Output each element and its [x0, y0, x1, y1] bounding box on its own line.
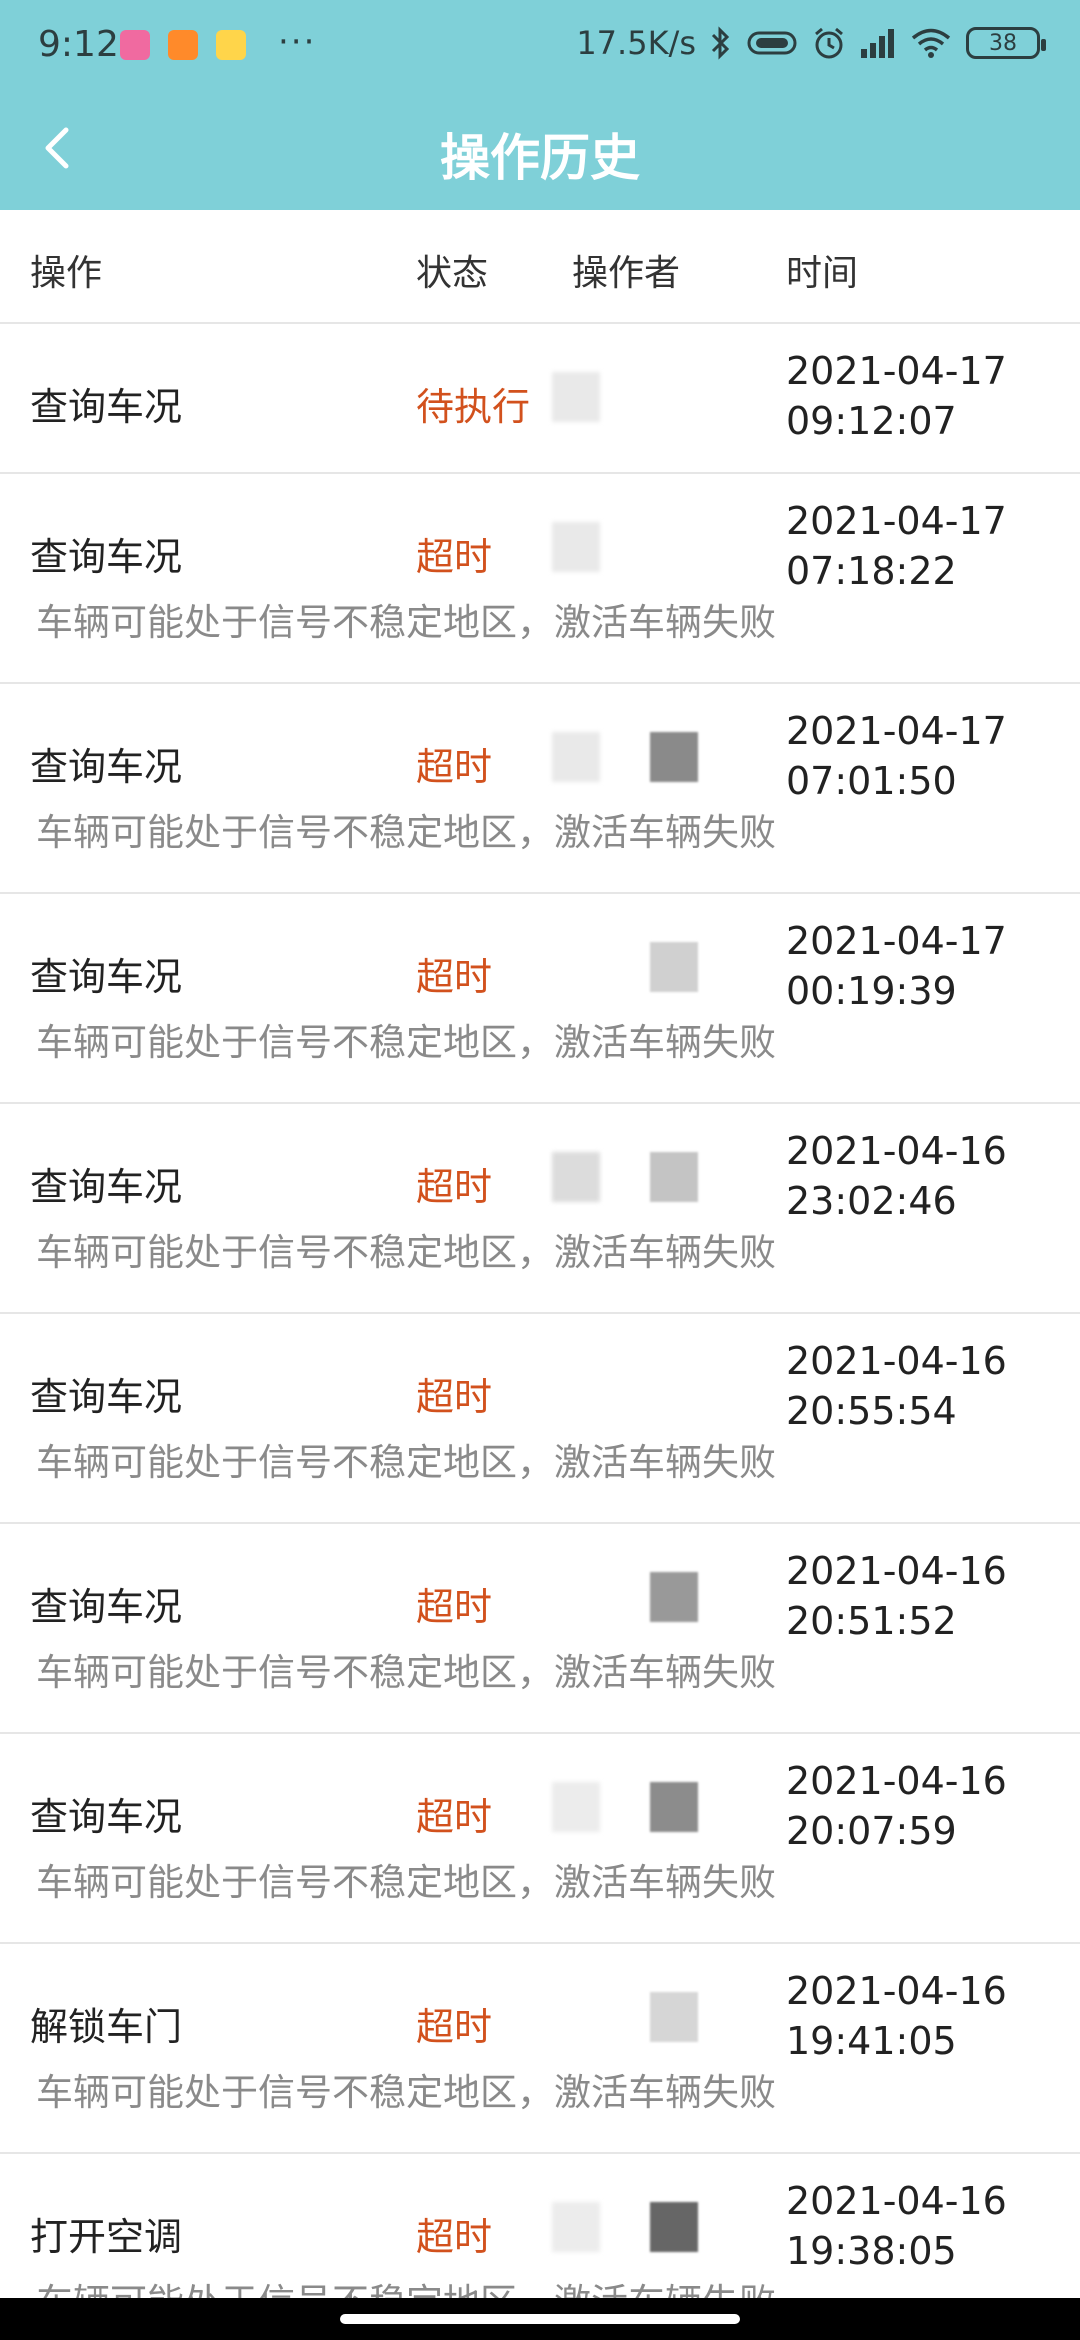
- history-row[interactable]: 查询车况 超时 2021-04-16 20:07:59 车辆可能处于信号不稳定地区…: [0, 1734, 1080, 1944]
- row-time: 2021-04-17 00:19:39: [786, 919, 1007, 1013]
- signal-icon: [861, 29, 894, 58]
- row-message: 车辆可能处于信号不稳定地区，激活车辆失败: [36, 1651, 776, 1694]
- row-operation: 查询车况: [30, 1585, 183, 1629]
- row-message: 车辆可能处于信号不稳定地区，激活车辆失败: [36, 2071, 776, 2114]
- row-operation: 查询车况: [30, 535, 183, 579]
- row-operator-redacted: [552, 1572, 702, 1632]
- wifi-icon: [911, 28, 951, 58]
- row-operator-redacted: [552, 1362, 702, 1422]
- app-notification-icon: [216, 30, 246, 60]
- app-header: 9:12 ··· 17.5K/s 38 操作历史: [0, 0, 1080, 210]
- column-header-time: 时间: [786, 253, 859, 294]
- history-row[interactable]: 查询车况 超时 2021-04-16 23:02:46 车辆可能处于信号不稳定地区…: [0, 1104, 1080, 1314]
- battery-icon: 38: [966, 27, 1046, 59]
- column-header-operation: 操作: [30, 253, 103, 294]
- more-notifications-icon: ···: [278, 22, 317, 62]
- system-status: 17.5K/s 38: [576, 24, 1046, 62]
- row-operator-redacted: [552, 2202, 702, 2262]
- app-notification-icon: [168, 30, 198, 60]
- battery-level: 38: [989, 30, 1017, 56]
- column-header-operator: 操作者: [572, 253, 681, 294]
- row-message: 车辆可能处于信号不稳定地区，激活车辆失败: [36, 1021, 776, 1064]
- vibrate-icon: [747, 31, 797, 55]
- history-list: 查询车况 待执行 2021-04-17 09:12:07 查询车况 超时 2021…: [0, 324, 1080, 2340]
- row-operator-redacted: [552, 522, 702, 582]
- row-operation: 查询车况: [30, 385, 183, 429]
- row-message: 车辆可能处于信号不稳定地区，激活车辆失败: [36, 1861, 776, 1904]
- row-operator-redacted: [552, 732, 702, 792]
- row-time: 2021-04-16 23:02:46: [786, 1129, 1007, 1223]
- row-status: 超时: [416, 955, 493, 999]
- history-row[interactable]: 查询车况 超时 2021-04-16 20:55:54 车辆可能处于信号不稳定地区…: [0, 1314, 1080, 1524]
- row-status: 超时: [416, 535, 493, 579]
- alarm-icon: [815, 27, 843, 59]
- bluetooth-icon: [711, 26, 730, 60]
- history-row[interactable]: 查询车况 超时 2021-04-16 20:51:52 车辆可能处于信号不稳定地区…: [0, 1524, 1080, 1734]
- column-header-status: 状态: [416, 253, 489, 294]
- row-operator-redacted: [552, 942, 702, 1002]
- row-operation: 查询车况: [30, 1795, 183, 1839]
- row-message: 车辆可能处于信号不稳定地区，激活车辆失败: [36, 601, 776, 644]
- row-operation: 查询车况: [30, 1165, 183, 1209]
- row-operation: 查询车况: [30, 955, 183, 999]
- row-operator-redacted: [552, 372, 702, 432]
- row-time: 2021-04-17 07:18:22: [786, 499, 1007, 593]
- row-status: 待执行: [416, 385, 531, 429]
- row-operation: 查询车况: [30, 1375, 183, 1419]
- net-speed: 17.5K/s: [576, 24, 696, 62]
- row-status: 超时: [416, 1795, 493, 1839]
- home-gesture-handle[interactable]: [340, 2314, 740, 2324]
- row-message: 车辆可能处于信号不稳定地区，激活车辆失败: [36, 1441, 776, 1484]
- row-message: 车辆可能处于信号不稳定地区，激活车辆失败: [36, 811, 776, 854]
- row-message: 车辆可能处于信号不稳定地区，激活车辆失败: [36, 1231, 776, 1274]
- row-status: 超时: [416, 1585, 493, 1629]
- row-status: 超时: [416, 1165, 493, 1209]
- row-time: 2021-04-16 20:51:52: [786, 1549, 1007, 1643]
- row-time: 2021-04-16 19:38:05: [786, 2179, 1007, 2273]
- history-row[interactable]: 查询车况 待执行 2021-04-17 09:12:07: [0, 324, 1080, 474]
- row-time: 2021-04-16 19:41:05: [786, 1969, 1007, 2063]
- row-time: 2021-04-17 07:01:50: [786, 709, 1007, 803]
- row-time: 2021-04-17 09:12:07: [786, 349, 1007, 443]
- page-title: 操作历史: [440, 129, 640, 187]
- row-status: 超时: [416, 2215, 493, 2259]
- notification-icons: [120, 30, 246, 60]
- row-operator-redacted: [552, 1782, 702, 1842]
- history-row[interactable]: 查询车况 超时 2021-04-17 07:18:22 车辆可能处于信号不稳定地区…: [0, 474, 1080, 684]
- row-operation: 解锁车门: [30, 2005, 183, 2049]
- status-time: 9:12: [38, 24, 119, 65]
- row-status: 超时: [416, 745, 493, 789]
- row-operator-redacted: [552, 1152, 702, 1212]
- app-notification-icon: [120, 30, 150, 60]
- row-status: 超时: [416, 1375, 493, 1419]
- row-status: 超时: [416, 2005, 493, 2049]
- row-operation: 打开空调: [30, 2215, 183, 2259]
- row-time: 2021-04-16 20:07:59: [786, 1759, 1007, 1853]
- table-header: 操作 状态 操作者 时间: [0, 210, 1080, 324]
- history-row[interactable]: 解锁车门 超时 2021-04-16 19:41:05 车辆可能处于信号不稳定地区…: [0, 1944, 1080, 2154]
- history-row[interactable]: 查询车况 超时 2021-04-17 07:01:50 车辆可能处于信号不稳定地区…: [0, 684, 1080, 894]
- row-time: 2021-04-16 20:55:54: [786, 1339, 1007, 1433]
- row-operation: 查询车况: [30, 745, 183, 789]
- status-bar: 9:12 ··· 17.5K/s 38: [0, 0, 1080, 96]
- row-operator-redacted: [552, 1992, 702, 2052]
- history-row[interactable]: 查询车况 超时 2021-04-17 00:19:39 车辆可能处于信号不稳定地区…: [0, 894, 1080, 1104]
